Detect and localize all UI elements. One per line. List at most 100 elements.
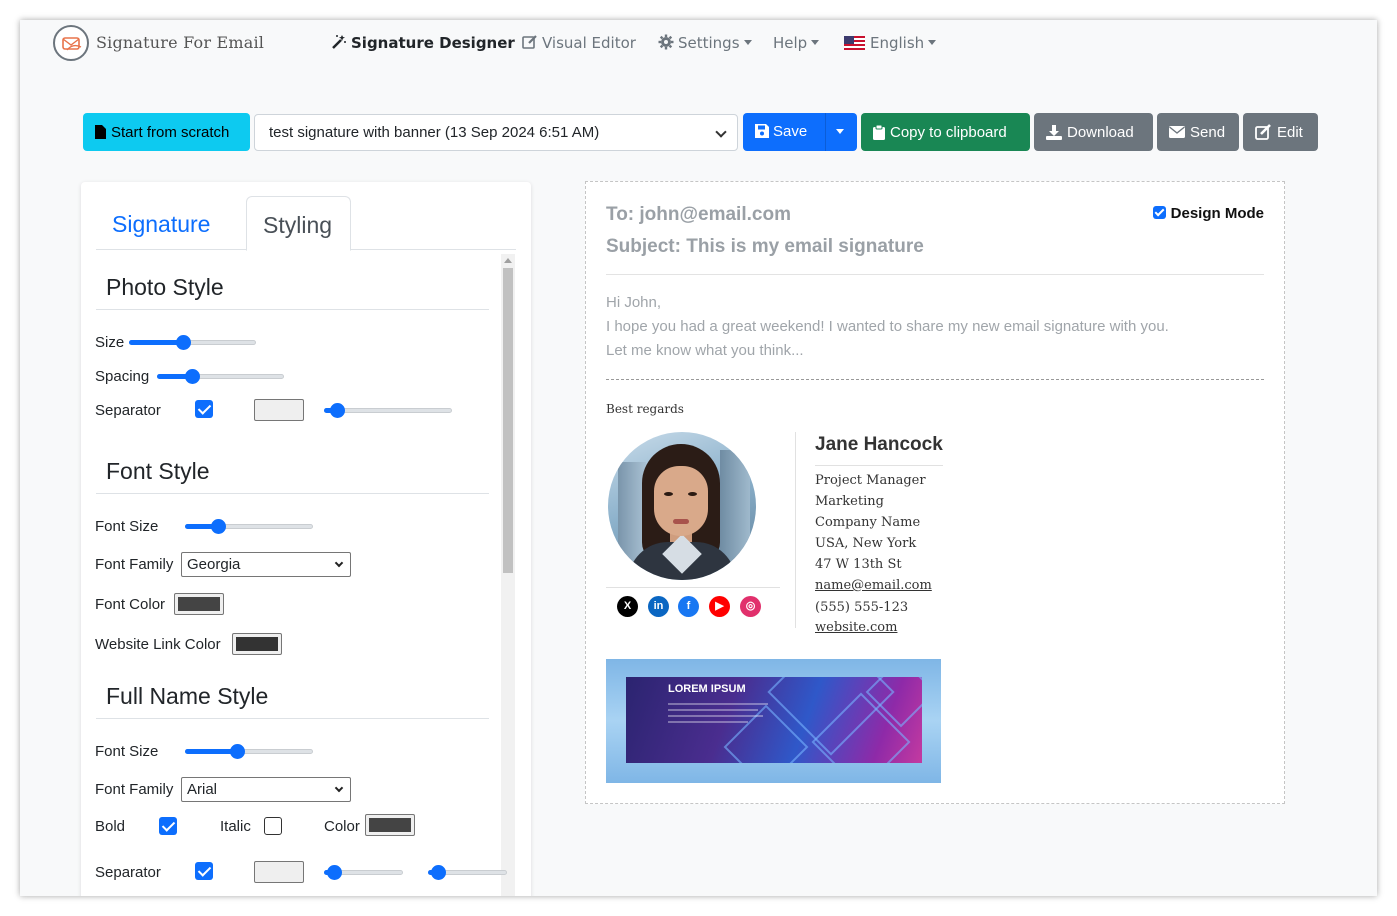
website-link-color-picker[interactable] (232, 633, 282, 655)
name-separator-line (815, 465, 943, 466)
nav-visual-editor-label: Visual Editor (542, 34, 636, 52)
brand-logo-icon[interactable] (53, 25, 89, 61)
slider-thumb[interactable] (230, 744, 245, 759)
photo-separator-checkbox[interactable] (195, 400, 213, 418)
tab-signature[interactable]: Signature (96, 196, 226, 250)
slider-thumb[interactable] (211, 519, 226, 534)
nav-settings-label: Settings (678, 34, 740, 52)
panel-tabs: Signature Styling (96, 196, 516, 251)
slider-thumb[interactable] (185, 369, 200, 384)
photo-face (654, 466, 708, 536)
photo-separator-color-picker[interactable] (254, 399, 304, 421)
facebook-icon[interactable]: f (678, 596, 699, 617)
font-size-slider[interactable] (185, 518, 313, 534)
name-font-family-select[interactable]: Arial (181, 777, 351, 802)
name-separator-slider-2[interactable] (428, 864, 507, 880)
signature-select[interactable]: test signature with banner (13 Sep 2024 … (254, 114, 738, 151)
chevron-down-icon (743, 40, 752, 45)
download-label: Download (1067, 123, 1134, 141)
send-label: Send (1190, 123, 1226, 141)
signature-company[interactable]: Company Name (815, 515, 920, 530)
panel-scrollbar[interactable] (501, 254, 515, 896)
navbar: Signature For Email Signature Designer V… (20, 20, 1377, 70)
name-separator-color-picker[interactable] (254, 861, 304, 883)
font-family-select[interactable]: Georgia (181, 552, 351, 577)
x-icon[interactable]: X (617, 596, 638, 617)
chevron-down-icon (715, 126, 727, 138)
photo-size-slider[interactable] (129, 334, 256, 350)
save-label: Save (773, 123, 808, 140)
bold-checkbox[interactable] (159, 817, 177, 835)
clipboard-icon (873, 124, 885, 140)
styling-panel: Signature Styling Photo Style Size Spaci… (81, 182, 531, 896)
signature-location[interactable]: USA, New York (815, 536, 916, 551)
signature-full-name[interactable]: Jane Hancock (815, 434, 943, 456)
name-separator-slider-1[interactable] (324, 864, 403, 880)
name-separator-label: Separator (95, 864, 161, 881)
name-font-size-label: Font Size (95, 743, 159, 760)
photo-eye (664, 492, 673, 496)
slider-thumb[interactable] (176, 335, 191, 350)
banner-text-line (668, 709, 758, 711)
profile-photo[interactable] (608, 432, 756, 580)
color-swatch (236, 637, 278, 651)
youtube-icon[interactable]: ▶ (709, 596, 730, 617)
signature-phone[interactable]: (555) 555-123 (815, 600, 908, 615)
signature-vertical-separator (795, 432, 796, 628)
slider-thumb[interactable] (327, 865, 342, 880)
section-divider (96, 493, 489, 494)
email-preview: To: john@email.com Subject: This is my e… (585, 181, 1285, 804)
linkedin-icon[interactable]: in (648, 596, 669, 617)
nav-signature-designer[interactable]: Signature Designer (331, 34, 515, 52)
split-divider (825, 113, 826, 151)
italic-checkbox[interactable] (264, 817, 282, 835)
chevron-down-icon (811, 40, 820, 45)
photo-separator-line (606, 587, 780, 588)
nav-help-dropdown[interactable]: Help (773, 34, 820, 52)
signature-department[interactable]: Marketing (815, 494, 884, 509)
banner-artwork: LOREM IPSUM (626, 677, 922, 763)
start-from-scratch-button[interactable]: Start from scratch (83, 113, 250, 151)
tab-styling[interactable]: Styling (246, 196, 351, 251)
color-swatch (369, 818, 411, 832)
signature-website-link[interactable]: website.com (815, 620, 897, 635)
edit-label: Edit (1277, 123, 1303, 141)
signature-select-value: test signature with banner (13 Sep 2024 … (269, 124, 600, 141)
signature-email-link[interactable]: name@email.com (815, 578, 932, 593)
photo-separator-width-slider[interactable] (324, 402, 452, 418)
name-font-size-slider[interactable] (185, 743, 313, 759)
save-split-button: Save (743, 113, 857, 151)
slider-fill (129, 340, 183, 345)
nav-settings-dropdown[interactable]: Settings (658, 34, 752, 52)
banner-title: LOREM IPSUM (668, 683, 746, 695)
design-mode-toggle[interactable]: Design Mode (1152, 205, 1264, 222)
save-dropdown-toggle[interactable] (836, 129, 844, 134)
slider-thumb[interactable] (431, 865, 446, 880)
nav-signature-designer-label: Signature Designer (351, 34, 515, 52)
nav-language-dropdown[interactable]: English (844, 34, 937, 52)
signature-job-title[interactable]: Project Manager (815, 473, 926, 488)
send-button[interactable]: Send (1157, 113, 1239, 151)
gear-icon (658, 34, 674, 50)
signature-banner[interactable]: LOREM IPSUM (606, 659, 941, 783)
save-button[interactable]: Save (755, 123, 807, 140)
name-color-picker[interactable] (365, 814, 415, 836)
download-button[interactable]: Download (1034, 113, 1153, 151)
font-color-picker[interactable] (174, 593, 224, 615)
signature-street[interactable]: 47 W 13th St (815, 557, 902, 572)
name-separator-checkbox[interactable] (195, 862, 213, 880)
nav-visual-editor[interactable]: Visual Editor (522, 34, 636, 52)
banner-text-line (668, 715, 763, 717)
edit-icon (1255, 124, 1271, 140)
slider-thumb[interactable] (330, 403, 345, 418)
photo-spacing-label: Spacing (95, 368, 150, 385)
brand-name[interactable]: Signature For Email (96, 33, 264, 52)
photo-spacing-slider[interactable] (157, 368, 284, 384)
photo-eye (688, 492, 697, 496)
design-mode-checkbox[interactable] (1152, 206, 1166, 219)
edit-button[interactable]: Edit (1243, 113, 1318, 151)
scrollbar-thumb[interactable] (503, 268, 513, 573)
instagram-icon[interactable]: ◎ (740, 596, 761, 617)
copy-to-clipboard-button[interactable]: Copy to clipboard (861, 113, 1030, 151)
scroll-up-arrow-icon[interactable] (504, 258, 512, 263)
